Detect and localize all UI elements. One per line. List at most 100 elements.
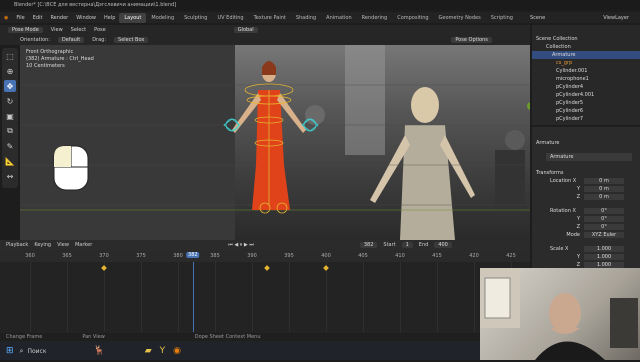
outliner-item[interactable]: pCylinder4.001: [532, 91, 640, 99]
outliner-item[interactable]: pCylinder6: [532, 107, 640, 115]
tab-modeling[interactable]: Modeling: [146, 13, 179, 23]
3d-viewport[interactable]: Front Orthographic (382) Armature : Ctrl…: [20, 45, 530, 240]
frame-ruler[interactable]: 360 365 370 375 380 385 390 395 400 405 410 415 420 4…: [0, 250, 530, 262]
tab-uv-editing[interactable]: UV Editing: [212, 13, 248, 23]
frame-tick-label: 365: [62, 253, 72, 259]
orientation-select[interactable]: Default: [57, 37, 85, 43]
tab-scripting[interactable]: Scripting: [486, 13, 518, 23]
tab-layout[interactable]: Layout: [119, 12, 147, 23]
windows-start-icon[interactable]: ⊞: [0, 346, 20, 356]
deer-app-icon[interactable]: 🦌: [93, 346, 104, 356]
end-frame-field[interactable]: 400: [434, 242, 452, 248]
scale-tool-icon[interactable]: ▣: [4, 110, 16, 122]
window-title: Blender* [C:\ВСЕ для вестерна\Дэгслевичи…: [14, 2, 177, 8]
navigation-gizmo[interactable]: [525, 90, 530, 240]
rotation-y-row[interactable]: Y 0°: [546, 215, 640, 223]
tab-sculpting[interactable]: Sculpting: [179, 13, 212, 23]
folder-icon[interactable]: ▰: [145, 346, 152, 356]
pose-tool-icon[interactable]: ↭: [4, 170, 16, 182]
mode-select[interactable]: Pose Mode: [8, 27, 43, 33]
transforms-section[interactable]: Transforms: [532, 169, 640, 177]
menu-view[interactable]: View: [51, 27, 63, 33]
tab-animation[interactable]: Animation: [321, 13, 357, 23]
outliner-item[interactable]: cs_grp: [532, 59, 640, 67]
outliner-item[interactable]: Cylinder.001: [532, 67, 640, 75]
frame-tick-label: 380: [173, 253, 183, 259]
rotate-tool-icon[interactable]: ↻: [4, 95, 16, 107]
timeline-menu-marker[interactable]: Marker: [75, 242, 92, 248]
menu-select[interactable]: Select: [71, 27, 86, 33]
keyframe-diamond[interactable]: [263, 265, 270, 271]
rotation-mode-row[interactable]: Mode XYZ Euler: [546, 231, 640, 239]
menu-render[interactable]: Render: [46, 15, 72, 21]
outliner-item[interactable]: Collection: [532, 43, 640, 51]
browser-icon[interactable]: Y: [160, 346, 166, 356]
end-label: End: [418, 242, 429, 248]
menu-edit[interactable]: Edit: [29, 15, 47, 21]
frame-gridline: [215, 262, 216, 332]
transform-orientation[interactable]: Global: [233, 27, 258, 33]
playback-controls[interactable]: ⏮ ◀ ⏸ ▶ ⏭: [228, 242, 254, 248]
tab-shading[interactable]: Shading: [291, 13, 321, 23]
cursor-tool-icon[interactable]: ⊕: [4, 65, 16, 77]
frame-gridline: [326, 262, 327, 332]
rotation-z-row[interactable]: Z 0°: [546, 223, 640, 231]
object-data-field[interactable]: Armature: [546, 153, 632, 161]
keyframe-diamond[interactable]: [101, 265, 107, 271]
start-frame-field[interactable]: 1: [401, 242, 413, 248]
outliner-item[interactable]: pCylinder4: [532, 83, 640, 91]
frame-tick-label: 405: [358, 253, 368, 259]
taskbar-search[interactable]: Поиск: [23, 348, 83, 355]
move-tool-icon[interactable]: ✥: [4, 80, 16, 92]
viewport-info-overlay: Front Orthographic (382) Armature : Ctrl…: [26, 49, 94, 70]
scale-x-row[interactable]: Scale X 1.000: [546, 245, 640, 253]
top-menu-bar: ◉ File Edit Render Window Help Layout Mo…: [0, 12, 640, 23]
location-y-row[interactable]: Y0 m: [546, 185, 640, 193]
transform-tool-icon[interactable]: ⧉: [4, 125, 16, 137]
location-z-row[interactable]: Z0 m: [546, 193, 640, 201]
blender-logo-icon[interactable]: ◉: [0, 15, 12, 21]
keyframe-diamond[interactable]: [323, 265, 329, 271]
menu-file[interactable]: File: [12, 15, 28, 21]
tab-compositing[interactable]: Compositing: [392, 13, 433, 23]
timeline-menu-view[interactable]: View: [57, 242, 69, 248]
tab-geometry-nodes[interactable]: Geometry Nodes: [434, 13, 486, 23]
outliner-item[interactable]: Armature: [532, 51, 640, 59]
status-left: Change Frame: [6, 334, 43, 340]
frame-gridline: [30, 262, 31, 332]
frame-tick-label: 400: [321, 253, 331, 259]
scene-label[interactable]: Scene: [526, 15, 549, 21]
playhead-line[interactable]: [192, 262, 194, 332]
annotate-tool-icon[interactable]: ✎: [4, 140, 16, 152]
menu-window[interactable]: Window: [72, 15, 100, 21]
current-frame-field[interactable]: 382: [359, 242, 378, 248]
menu-help[interactable]: Help: [100, 15, 119, 21]
blender-taskbar-icon[interactable]: ◉: [173, 346, 181, 356]
outliner-item[interactable]: pCylinder7: [532, 115, 640, 123]
object-name-field[interactable]: Armature: [532, 139, 640, 147]
measure-tool-icon[interactable]: 📐: [4, 155, 16, 167]
viewlayer-label[interactable]: ViewLayer: [599, 15, 633, 21]
frame-gridline: [141, 262, 142, 332]
tab-texture-paint[interactable]: Texture Paint: [249, 13, 291, 23]
rotation-x-row[interactable]: Rotation X 0°: [546, 207, 640, 215]
keyframe-area[interactable]: [0, 262, 530, 332]
frame-tick-label: 375: [136, 253, 146, 259]
outliner-item[interactable]: microphone1: [532, 75, 640, 83]
tab-rendering[interactable]: Rendering: [357, 13, 393, 23]
select-tool-icon[interactable]: ⬚: [4, 50, 16, 62]
status-bar: Change Frame Pan View Dope Sheet Context…: [0, 333, 480, 341]
current-frame-indicator[interactable]: 382: [186, 252, 200, 258]
menu-pose[interactable]: Pose: [94, 27, 106, 33]
windows-taskbar: ⊞ ⌕ Поиск 🦌 ▰ Y ◉: [0, 342, 480, 360]
timeline-menu-playback[interactable]: Playback: [6, 242, 28, 248]
webcam-overlay: [480, 268, 640, 360]
drag-select[interactable]: Select Box: [114, 37, 149, 43]
active-object-text: (382) Armature : Ctrl_Head: [26, 56, 94, 62]
timeline-menu-keying[interactable]: Keying: [34, 242, 51, 248]
pose-options-button[interactable]: Pose Options: [451, 37, 492, 43]
scale-y-row[interactable]: Y 1.000: [546, 253, 640, 261]
location-x-row[interactable]: Location X0 m: [546, 177, 640, 185]
outliner-item[interactable]: pCylinder5: [532, 99, 640, 107]
outliner-scene-collection[interactable]: Scene Collection: [532, 35, 640, 43]
